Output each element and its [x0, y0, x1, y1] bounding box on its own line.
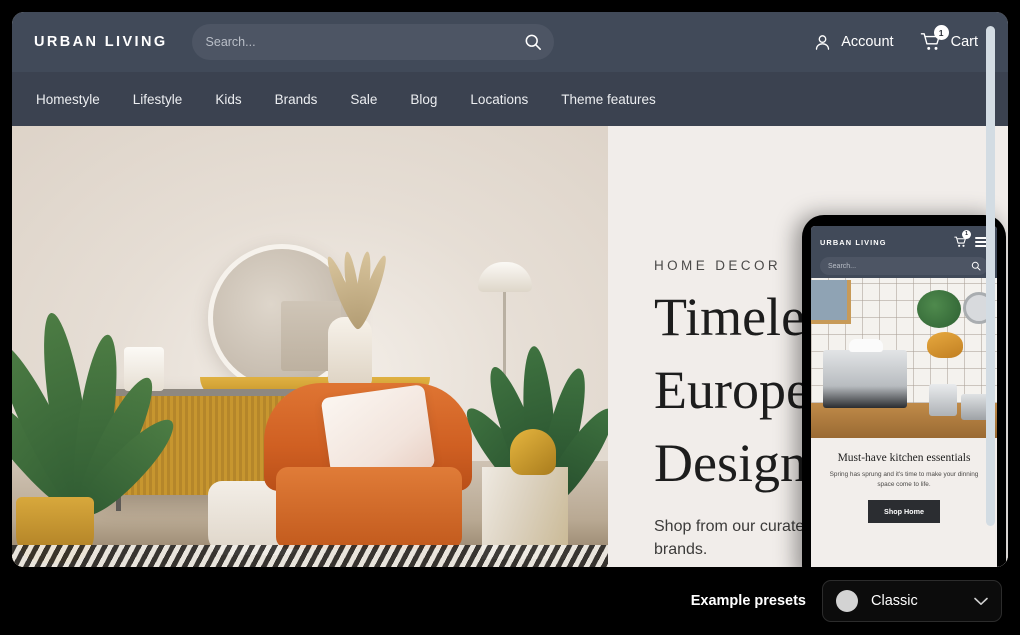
blue-panel: [811, 280, 851, 324]
preview-scrollbar-track[interactable]: [986, 26, 995, 567]
hero-photo-interior: [12, 126, 608, 567]
account-button[interactable]: Account: [813, 33, 894, 52]
chevron-down-icon[interactable]: [974, 597, 988, 606]
chair-seat: [276, 467, 462, 549]
mobile-header: URBAN LIVING 1 Search...: [811, 226, 997, 278]
account-label: Account: [841, 34, 894, 50]
store-nav: Homestyle Lifestyle Kids Brands Sale Blo…: [12, 72, 1008, 126]
bottom-toolbar: Example presets Classic: [0, 567, 1020, 635]
cart-label: Cart: [950, 34, 978, 50]
mobile-header-top: URBAN LIVING 1: [820, 229, 988, 251]
nav-item-theme-features[interactable]: Theme features: [561, 92, 656, 107]
cart-badge: 1: [933, 25, 949, 40]
search-placeholder: Search...: [205, 35, 256, 49]
left-plant: [12, 183, 186, 525]
gold-sculpture: [510, 429, 556, 475]
espresso-machine: [823, 350, 907, 408]
preset-color-swatch: [836, 590, 858, 612]
brand-logo[interactable]: URBAN LIVING: [34, 34, 168, 50]
cart-button[interactable]: 1 Cart: [920, 25, 978, 52]
mobile-copy: Must-have kitchen essentials Spring has …: [811, 438, 997, 567]
preset-selected-value: Classic: [871, 593, 918, 609]
mobile-search-icon[interactable]: [971, 261, 981, 271]
mobile-search-placeholder: Search...: [828, 262, 857, 270]
hanging-plant: [917, 290, 961, 328]
user-icon: [816, 34, 830, 50]
desk-lamp: [927, 332, 963, 358]
search-input[interactable]: Search...: [191, 24, 554, 60]
nav-item-locations[interactable]: Locations: [470, 92, 528, 107]
nav-item-blog[interactable]: Blog: [410, 92, 437, 107]
mobile-search-input[interactable]: Search...: [820, 257, 988, 275]
store-header: URBAN LIVING Search... Account 1 Cart: [12, 12, 1008, 72]
nav-item-homestyle[interactable]: Homestyle: [36, 92, 100, 107]
store-preview-frame: URBAN LIVING Search... Account 1 Cart Ho…: [12, 12, 1008, 567]
mobile-subtitle: Spring has sprung and it's time to make …: [829, 471, 979, 488]
mobile-header-icons: 1: [954, 229, 988, 250]
nav-item-lifestyle[interactable]: Lifestyle: [133, 92, 183, 107]
nav-item-brands[interactable]: Brands: [275, 92, 318, 107]
shop-home-button[interactable]: Shop Home: [868, 500, 940, 524]
example-presets-label: Example presets: [690, 593, 806, 609]
nav-item-sale[interactable]: Sale: [350, 92, 377, 107]
mobile-hero-photo-kitchen: [811, 278, 997, 438]
mobile-cart-badge: 1: [962, 229, 971, 239]
preview-scrollbar-thumb[interactable]: [986, 26, 995, 526]
kettle: [929, 384, 957, 416]
header-actions: Account 1 Cart: [813, 25, 986, 52]
preset-select[interactable]: Classic: [822, 580, 1002, 622]
pampas-grass: [323, 233, 391, 332]
orange-armchair: [254, 383, 482, 549]
mobile-brand-logo[interactable]: URBAN LIVING: [820, 238, 887, 247]
mobile-title: Must-have kitchen essentials: [837, 452, 971, 464]
nav-item-kids[interactable]: Kids: [215, 92, 241, 107]
phone-screen: URBAN LIVING 1 Search... Must-have kitch…: [811, 226, 997, 567]
striped-rug: [12, 545, 608, 567]
canisters: [961, 394, 989, 420]
mobile-preview-phone: URBAN LIVING 1 Search... Must-have kitch…: [802, 215, 1006, 567]
search-icon[interactable]: [524, 33, 542, 51]
coffee-cups: [849, 339, 883, 352]
